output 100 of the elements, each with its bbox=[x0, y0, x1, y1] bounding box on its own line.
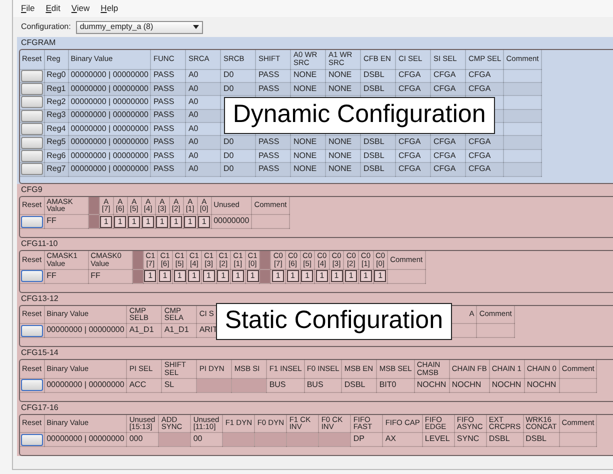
table-cell: 00000000 | 00000000 bbox=[68, 136, 151, 150]
bit-button[interactable]: 1 bbox=[232, 270, 244, 282]
table-cell: PASS bbox=[256, 149, 291, 163]
table-cell: NOCHN bbox=[524, 378, 560, 392]
table-cell: PASS bbox=[150, 162, 186, 176]
bit-button[interactable]: 1 bbox=[217, 270, 230, 282]
table-cell: LEVEL bbox=[422, 432, 454, 447]
table-cell: 00000000 | 00000000 bbox=[68, 149, 151, 163]
menu-item[interactable]: Edit bbox=[46, 4, 60, 14]
reset-button[interactable] bbox=[21, 434, 43, 446]
reset-button[interactable] bbox=[21, 83, 43, 95]
bit-button[interactable]: 1 bbox=[360, 270, 372, 282]
table-cell: NONE bbox=[326, 149, 361, 163]
bit-button[interactable]: 1 bbox=[286, 270, 299, 282]
table-cell: NONE bbox=[326, 136, 361, 150]
reset-button[interactable] bbox=[21, 136, 43, 148]
table-cell: PASS bbox=[150, 136, 186, 150]
section-title: CFG11-10 bbox=[20, 238, 59, 250]
table-cell: 00000000 | 00000000 bbox=[68, 82, 151, 96]
table-cell: CFGA bbox=[430, 149, 466, 163]
table-cell: A0 bbox=[186, 122, 221, 136]
reset-button[interactable] bbox=[21, 379, 43, 392]
table-cell: CFGA bbox=[466, 149, 504, 163]
bit-button[interactable]: 1 bbox=[202, 270, 215, 282]
table-cell: DSBL bbox=[360, 162, 396, 176]
menu-item[interactable]: Help bbox=[100, 4, 118, 14]
bit-button[interactable]: 1 bbox=[301, 270, 314, 282]
table-cell: Reg0 bbox=[44, 69, 68, 82]
table-cell: PASS bbox=[256, 82, 291, 96]
field-label: Configuration: bbox=[21, 22, 71, 32]
menu-item[interactable]: View bbox=[71, 4, 90, 14]
bit-button[interactable]: 1 bbox=[316, 270, 328, 282]
reset-button[interactable] bbox=[21, 163, 43, 176]
table-cell: A0 bbox=[186, 136, 221, 150]
table-cell: NONE bbox=[290, 162, 326, 176]
bit-button[interactable]: 1 bbox=[345, 270, 358, 282]
table-cell: PASS bbox=[150, 69, 186, 82]
table-cell: FF bbox=[44, 214, 88, 229]
table-cell: NONE bbox=[290, 82, 326, 96]
table-cell: CFGA bbox=[466, 69, 504, 82]
bit-button[interactable]: 1 bbox=[188, 270, 200, 282]
table-cell: 00000000 | 00000000 bbox=[68, 96, 151, 110]
bit-button[interactable]: 1 bbox=[170, 216, 182, 228]
bit-button[interactable]: 1 bbox=[272, 270, 284, 282]
table-cell: Reg5 bbox=[44, 136, 68, 150]
bit-button[interactable]: 1 bbox=[100, 216, 112, 228]
table-cell: A0 bbox=[186, 162, 221, 176]
table-cell: D0 bbox=[220, 69, 256, 82]
bit-button[interactable]: 1 bbox=[142, 216, 154, 228]
table-cell: CFGA bbox=[466, 82, 504, 96]
reset-button[interactable] bbox=[21, 96, 43, 108]
table-cell: FF bbox=[44, 269, 88, 284]
bit-button[interactable]: 1 bbox=[128, 216, 140, 228]
table-cell: D0 bbox=[220, 82, 256, 96]
bit-button[interactable]: 1 bbox=[174, 270, 186, 282]
table-cell: PASS bbox=[150, 149, 186, 163]
table-cell: A0 bbox=[186, 149, 221, 163]
bit-button[interactable]: 1 bbox=[144, 270, 156, 282]
table-cell: DSBL bbox=[360, 69, 396, 82]
table-cell: A0 bbox=[186, 69, 221, 82]
reset-button[interactable] bbox=[21, 110, 43, 122]
table-cell: DP bbox=[350, 432, 383, 447]
bit-button[interactable]: 1 bbox=[330, 270, 343, 282]
table-cell: 00000000 bbox=[211, 214, 252, 229]
bit-button[interactable]: 1 bbox=[198, 216, 210, 228]
table-cell: CFGA bbox=[430, 162, 466, 176]
bit-button[interactable]: 1 bbox=[114, 216, 126, 228]
table-cell: 00000000 | 00000000 bbox=[68, 162, 151, 176]
table-cell: CFGA bbox=[396, 136, 431, 150]
configuration-dropdown[interactable]: dummy_empty_a (8) bbox=[76, 20, 203, 34]
table-cell: 00000000 | 00000000 bbox=[68, 122, 151, 136]
bit-button[interactable]: 1 bbox=[156, 216, 168, 228]
table-cell: BUS bbox=[266, 378, 304, 392]
reset-button[interactable] bbox=[21, 70, 43, 82]
table-cell: A0 bbox=[186, 82, 221, 96]
table-cell: DSBL bbox=[360, 82, 396, 96]
table-cell: ACC bbox=[126, 378, 162, 392]
table-cell: PASS bbox=[256, 162, 291, 176]
table-cell: PASS bbox=[256, 69, 291, 82]
reset-button[interactable] bbox=[21, 270, 43, 282]
reset-button[interactable] bbox=[21, 216, 43, 228]
bit-button[interactable]: 1 bbox=[374, 270, 386, 282]
table-cell: Reg7 bbox=[44, 162, 68, 176]
bit-button[interactable]: 1 bbox=[158, 270, 171, 282]
table-cell: CFGA bbox=[466, 136, 504, 150]
menu-item[interactable]: File bbox=[21, 4, 35, 14]
reset-button[interactable] bbox=[21, 324, 43, 337]
table-cell: PASS bbox=[256, 136, 291, 150]
table-cell: Reg6 bbox=[44, 149, 68, 163]
table-cell: Reg3 bbox=[44, 109, 68, 123]
table-cell: D0 bbox=[220, 162, 256, 176]
table-cell: CFGA bbox=[466, 162, 504, 176]
bit-button[interactable]: 1 bbox=[184, 216, 196, 228]
reset-button[interactable] bbox=[21, 123, 43, 135]
bit-button[interactable]: 1 bbox=[246, 270, 259, 282]
table-cell: PASS bbox=[150, 122, 186, 136]
table-cell: CFGA bbox=[430, 136, 466, 150]
table-cell: NOCHN bbox=[449, 378, 490, 392]
table-cell: NONE bbox=[290, 136, 326, 150]
reset-button[interactable] bbox=[21, 150, 43, 162]
